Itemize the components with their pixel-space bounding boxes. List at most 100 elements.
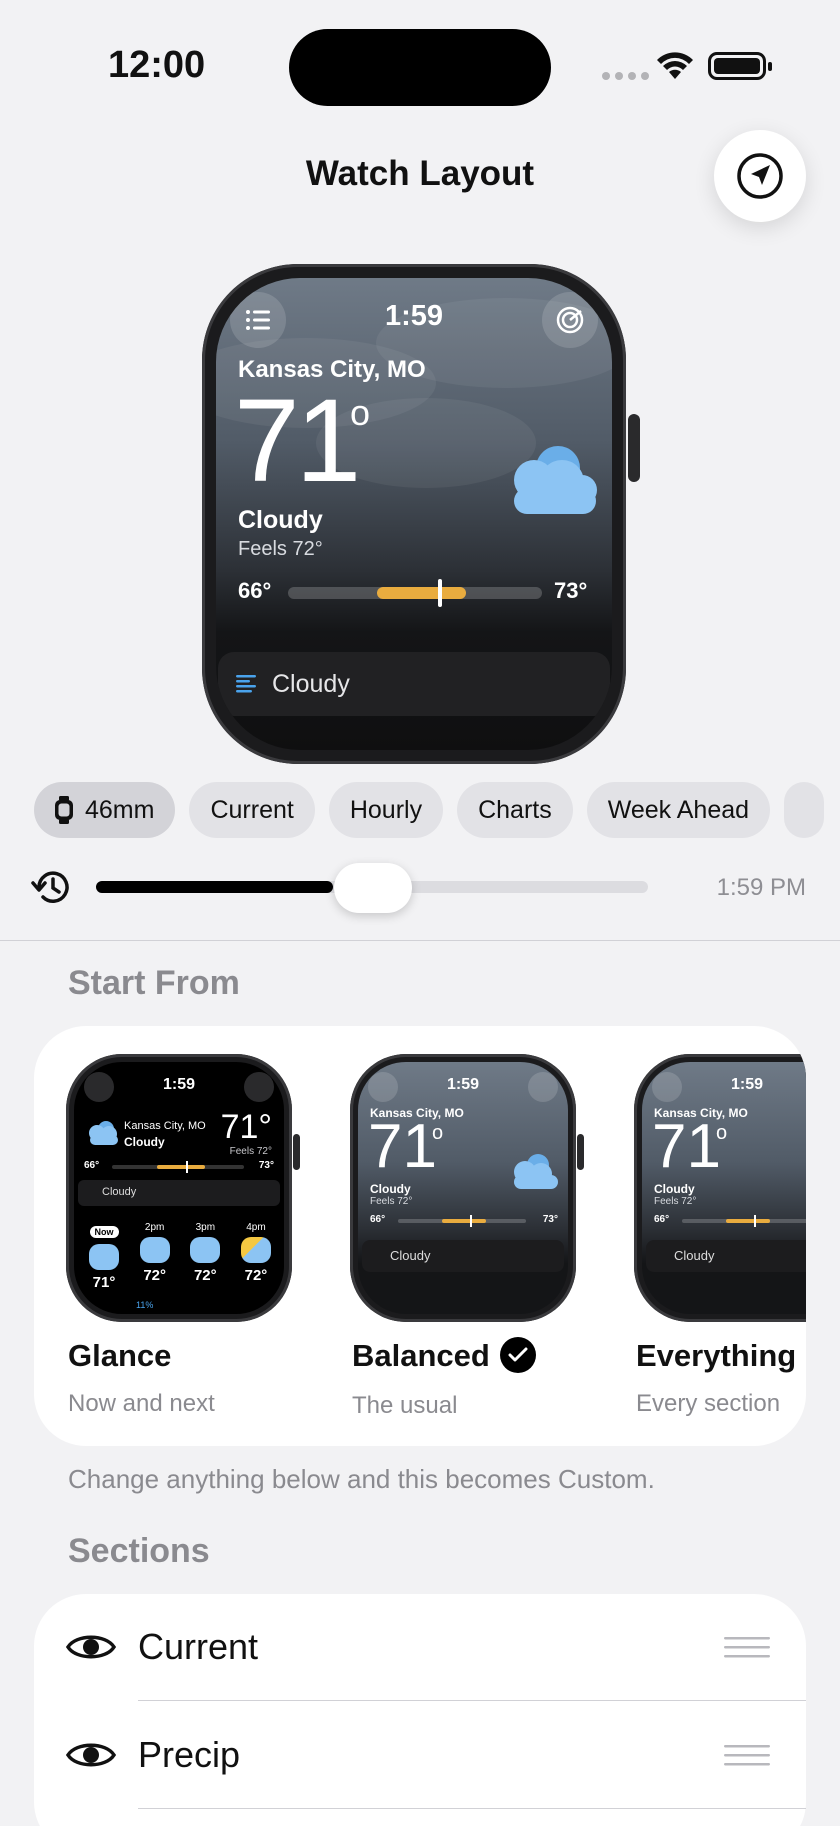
balanced-range-bar (398, 1215, 526, 1227)
balanced-condition: Cloudy (370, 1182, 411, 1196)
list-item[interactable]: Precip (34, 1702, 806, 1810)
hour-col: Now 71° (82, 1222, 126, 1291)
mini-crown (577, 1134, 584, 1170)
cloud-icon (514, 1154, 558, 1189)
divider (0, 940, 840, 941)
radar-icon (556, 306, 584, 334)
preset-glance[interactable]: 1:59 Kansas City, MO Cloudy 71° Feels 72… (66, 1054, 292, 1322)
cloud-icon (139, 1237, 170, 1263)
cloud-icon (89, 1121, 118, 1145)
mini-crown (293, 1134, 300, 1170)
hour-col: 2pm 72° (133, 1222, 177, 1291)
everything-degree: o (716, 1122, 728, 1144)
glance-hourly: Now 71° 2pm 72° 3pm 72° 4pm 72° (82, 1222, 278, 1291)
history-icon[interactable] (31, 866, 73, 908)
list-item[interactable]: Current (34, 1594, 806, 1702)
row-divider (138, 1700, 806, 1701)
dynamic-island (289, 29, 551, 106)
timeline-slider-thumb[interactable] (334, 863, 412, 913)
watch-icon (55, 796, 73, 824)
section-chips: 46mm Current Hourly Charts Week Ahead (34, 782, 825, 838)
row-divider (138, 1808, 806, 1809)
glance-screen: 1:59 Kansas City, MO Cloudy 71° Feels 72… (74, 1062, 284, 1314)
glance-radar-icon (244, 1072, 274, 1102)
balanced-high: 73° (542, 1214, 558, 1225)
glance-city: Kansas City, MO (124, 1120, 206, 1132)
chip-current[interactable]: Current (189, 782, 315, 838)
glance-low: 66° (84, 1160, 100, 1171)
timeline-time-label: 1:59 PM (716, 874, 806, 901)
eye-icon[interactable] (66, 1738, 116, 1772)
everything-feels: Feels 72° (654, 1196, 697, 1207)
battery-icon (708, 52, 772, 80)
hour-temp: 72° (244, 1267, 268, 1284)
glance-summary: Cloudy (78, 1180, 280, 1206)
cellular-signal-icon (602, 72, 649, 80)
hour-time: 2pm (144, 1222, 165, 1233)
balanced-feels: Feels 72° (370, 1196, 413, 1207)
glance-temp: 71° (220, 1108, 272, 1146)
watch-low: 66° (238, 578, 272, 603)
watch-radar-button[interactable] (542, 292, 598, 348)
hour-col: 4pm 72° (234, 1222, 278, 1291)
status-bar: 12:00 (0, 0, 840, 130)
everything-low: 66° (654, 1214, 670, 1225)
glance-condition: Cloudy (124, 1135, 165, 1149)
chip-week-ahead[interactable]: Week Ahead (586, 782, 771, 838)
everything-summary: Cloudy (646, 1240, 806, 1272)
cloud-icon (190, 1237, 221, 1263)
balanced-temp: 71 (368, 1112, 437, 1181)
preset-name: Balanced (352, 1338, 490, 1373)
chip-hourly[interactable]: Hourly (328, 782, 444, 838)
chip-charts[interactable]: Charts (457, 782, 573, 838)
eye-icon[interactable] (66, 1630, 116, 1664)
glance-range-bar (112, 1161, 244, 1173)
balanced-screen: 1:59 Kansas City, MO 71 o Cloudy Feels 7… (358, 1062, 568, 1314)
balanced-low: 66° (370, 1214, 386, 1225)
custom-note: Change anything below and this becomes C… (68, 1464, 655, 1494)
checkmark-icon (499, 1336, 536, 1373)
preset-subtitle: The usual (352, 1392, 458, 1419)
hour-temp: 72° (143, 1267, 166, 1284)
watch-summary-card: Cloudy (218, 652, 610, 716)
status-time: 12:00 (108, 44, 206, 86)
preset-balanced[interactable]: 1:59 Kansas City, MO 71 o Cloudy Feels 7… (350, 1054, 576, 1322)
watch-screen: 1:59 Kansas City, MO 71 o Cloudy Feels 7… (216, 278, 612, 750)
cloud-icon (514, 446, 597, 514)
drag-handle-icon[interactable] (724, 1636, 770, 1660)
start-from-card: 1:59 Kansas City, MO Cloudy 71° Feels 72… (34, 1026, 806, 1446)
balanced-radar-icon (528, 1072, 558, 1102)
location-button[interactable] (714, 130, 806, 222)
sections-heading: Sections (68, 1532, 210, 1570)
everything-time: 1:59 (730, 1076, 764, 1093)
hour-time: 4pm (246, 1222, 266, 1233)
glance-precip: 11% (136, 1300, 154, 1310)
drag-handle-icon[interactable] (724, 1744, 770, 1768)
everything-temp: 71 (652, 1112, 721, 1181)
chip-size-label: 46mm (85, 795, 155, 824)
watch-high: 73° (554, 578, 588, 603)
partly-sunny-icon (240, 1237, 271, 1263)
everything-condition: Cloudy (654, 1182, 695, 1196)
preset-subtitle: Now and next (68, 1390, 215, 1417)
watch-degree: o (350, 392, 371, 433)
preset-name: Everything (636, 1338, 797, 1373)
cloud-icon (89, 1244, 119, 1270)
preset-name: Glance (68, 1338, 172, 1373)
summary-lines-icon (236, 675, 256, 693)
watch-summary-text: Cloudy (272, 669, 350, 698)
sections-list: Current Precip (34, 1594, 806, 1826)
everything-range-bar (682, 1215, 806, 1227)
chip-size[interactable]: 46mm (34, 782, 176, 838)
glance-high: 73° (258, 1160, 274, 1171)
balanced-degree: o (432, 1122, 444, 1144)
hour-temp: 71° (92, 1274, 116, 1291)
watch-condition: Cloudy (238, 506, 323, 534)
preset-everything[interactable]: 1:59 Kansas City, MO 71 o Cloudy Feels 7… (634, 1054, 806, 1322)
chip-overflow[interactable] (784, 782, 825, 838)
watch-temperature: 71 (234, 375, 361, 507)
hour-time: 3pm (195, 1222, 216, 1233)
section-label: Precip (138, 1734, 241, 1775)
watch-feels-like: Feels 72° (238, 538, 323, 560)
preset-name-selected: Balanced (352, 1336, 536, 1374)
